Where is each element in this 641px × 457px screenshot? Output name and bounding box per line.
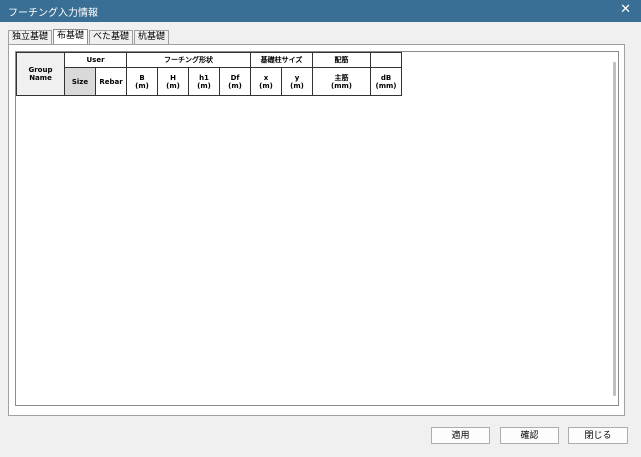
header-column-base-size[interactable]: 基礎柱サイズ (250, 52, 313, 68)
header-H[interactable]: H (m) (157, 67, 189, 96)
header-group-name[interactable]: Group Name (16, 52, 65, 96)
tab-mat-foundation[interactable]: べた基礎 (89, 30, 134, 44)
dialog-title: フーチング入力情報 (8, 8, 98, 19)
header-size[interactable]: Size (64, 67, 96, 96)
close-button[interactable]: 閉じる (568, 427, 628, 444)
header-h1[interactable]: h1 (m) (188, 67, 220, 96)
tab-strip-footing[interactable]: 布基礎 (53, 29, 89, 44)
tab-independent-footing[interactable]: 独立基礎 (8, 30, 53, 44)
vertical-scrollbar[interactable] (613, 62, 616, 396)
header-footing-shape[interactable]: フーチング形状 (126, 52, 251, 68)
header-dB[interactable]: dB (mm) (370, 67, 402, 96)
tab-bar: 独立基礎 布基礎 べた基礎 杭基礎 (8, 29, 170, 44)
confirm-button[interactable]: 確認 (500, 427, 559, 444)
tab-panel: Group Name User フーチング形状 基礎柱サイズ 配筋 Size R… (8, 44, 625, 416)
title-bar: フーチング入力情報 ✕ (0, 0, 641, 22)
data-grid[interactable]: Group Name User フーチング形状 基礎柱サイズ 配筋 Size R… (15, 51, 619, 406)
header-reinforcement[interactable]: 配筋 (312, 52, 371, 68)
header-rebar[interactable]: Rebar (95, 67, 127, 96)
header-B[interactable]: B (m) (126, 67, 158, 96)
header-blank (370, 52, 402, 68)
tab-pile-foundation[interactable]: 杭基礎 (134, 30, 170, 44)
apply-button[interactable]: 適用 (431, 427, 490, 444)
header-Df[interactable]: Df (m) (219, 67, 251, 96)
header-user[interactable]: User (64, 52, 127, 68)
header-x[interactable]: x (m) (250, 67, 282, 96)
header-main-bar[interactable]: 主筋 (mm) (312, 67, 371, 96)
close-icon[interactable]: ✕ (620, 2, 631, 17)
footing-input-dialog: フーチング入力情報 ✕ 独立基礎 布基礎 べた基礎 杭基礎 Group Name… (0, 0, 641, 457)
grid-header: Group Name User フーチング形状 基礎柱サイズ 配筋 Size R… (16, 52, 402, 96)
header-y[interactable]: y (m) (281, 67, 313, 96)
